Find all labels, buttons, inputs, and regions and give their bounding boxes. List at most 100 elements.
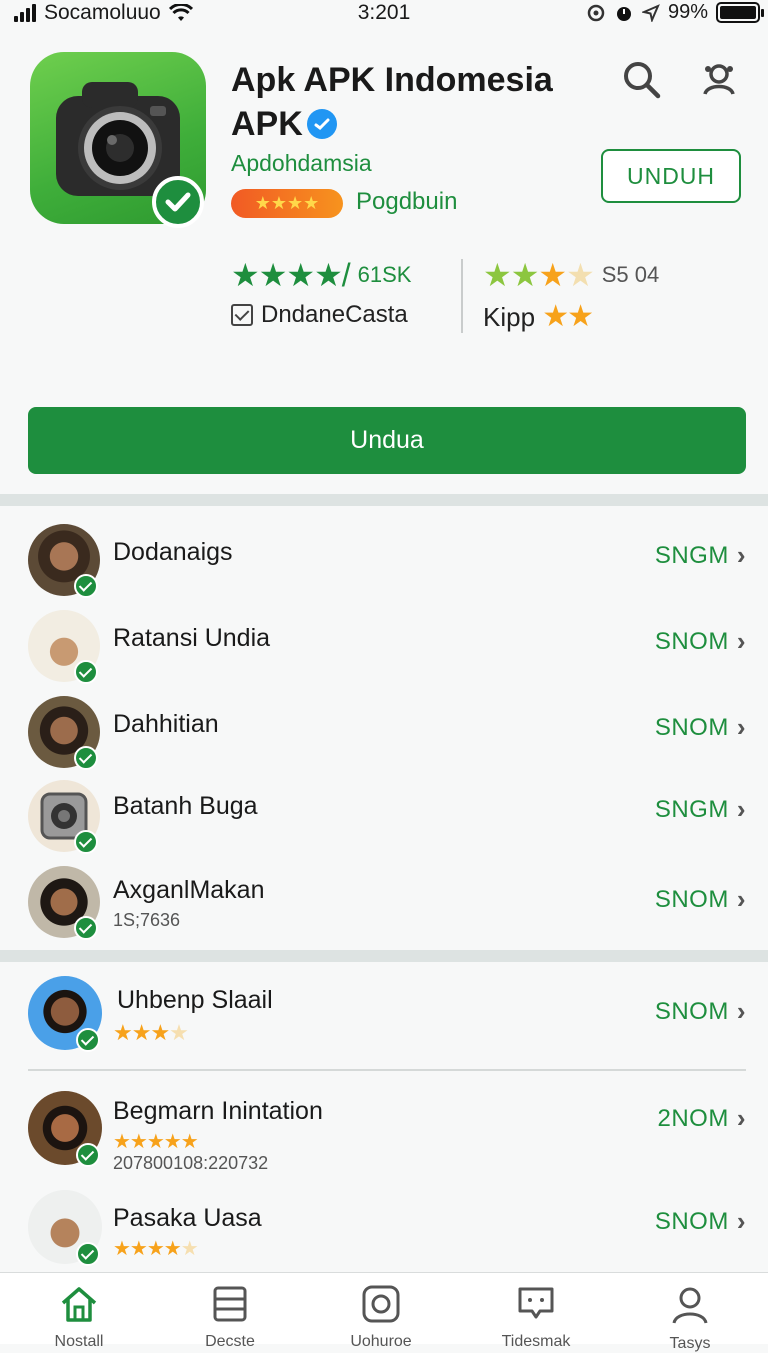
- nav-item-messages[interactable]: Tidesmak: [476, 1285, 596, 1351]
- app-title-line1: Apk APK Indomesia: [231, 61, 553, 99]
- list-item[interactable]: Begmarn Inintation ★★★★★ 207800108:22073…: [0, 1085, 768, 1173]
- list-item[interactable]: Batanh Buga SNGM ›: [0, 772, 768, 858]
- avatar: [28, 866, 100, 940]
- avatar: [28, 610, 100, 684]
- nav-label: Nostall: [54, 1333, 104, 1350]
- rating-pill: ★★★★: [231, 189, 343, 218]
- item-stars: ★★★★★: [113, 1238, 199, 1260]
- book-icon: [213, 1286, 247, 1322]
- check-icon: [74, 916, 98, 940]
- secondary-count: S5 04: [601, 262, 660, 287]
- battery-icon: [716, 2, 764, 23]
- item-action[interactable]: SNOM ›: [655, 712, 746, 743]
- sync-icon: [587, 4, 605, 21]
- item-action[interactable]: SNOM ›: [655, 884, 746, 915]
- check-icon: [74, 746, 98, 770]
- stat-right: ★★★★ S5 04 Kipp ★★: [483, 255, 659, 334]
- item-action[interactable]: SNOM ›: [655, 626, 746, 657]
- stat-left: ★★★★/61SK DndaneCasta: [231, 255, 411, 329]
- status-right: 99%: [586, 1, 764, 24]
- rating-count: 61SK: [357, 262, 412, 287]
- section-divider: [0, 950, 768, 962]
- item-action[interactable]: 2NOM ›: [657, 1103, 746, 1134]
- check-icon: [74, 574, 98, 598]
- item-name: Begmarn Inintation: [113, 1097, 323, 1125]
- list-item[interactable]: Dahhitian SNOM ›: [0, 688, 768, 774]
- chevron-right-icon: ›: [736, 1103, 746, 1133]
- chevron-right-icon: ›: [736, 540, 746, 570]
- item-action[interactable]: SNOM ›: [655, 996, 746, 1027]
- blue-verified-icon: [306, 109, 337, 139]
- nav-label: Uohuroe: [350, 1333, 412, 1350]
- app-title-line2: APK: [231, 105, 303, 143]
- list-item[interactable]: Ratansi Undia SNOM ›: [0, 602, 768, 688]
- main-download-button[interactable]: Undua: [28, 407, 746, 474]
- item-action[interactable]: SNGM ›: [655, 540, 746, 571]
- list-item[interactable]: Dodanaigs SNGM ›: [0, 516, 768, 602]
- check-icon: [76, 1242, 100, 1266]
- nav-label: Tidesmak: [501, 1333, 571, 1350]
- alarm-icon: [616, 6, 631, 21]
- stats-row: ★★★★/61SK DndaneCasta ★★★★ S5 04 Kipp ★★: [231, 255, 751, 335]
- user-icon: [672, 1287, 708, 1324]
- list-item[interactable]: Uhbenp Slaail ★★★★ SNOM ›: [0, 972, 768, 1058]
- account-settings-icon[interactable]: [697, 58, 741, 102]
- check-icon: [74, 660, 98, 684]
- item-name: Ratansi Undia: [113, 624, 271, 652]
- chevron-right-icon: ›: [736, 884, 746, 914]
- checkbox-icon[interactable]: [231, 304, 253, 326]
- nav-item-library[interactable]: Decste: [170, 1285, 290, 1351]
- item-action[interactable]: SNOM ›: [655, 1206, 746, 1237]
- nav-item-home[interactable]: Nostall: [19, 1285, 139, 1351]
- avatar: [28, 1190, 102, 1266]
- home-icon: [61, 1287, 97, 1322]
- list-item[interactable]: Pasaka Uasa ★★★★★ SNOM ›: [0, 1188, 768, 1274]
- avatar: [28, 976, 102, 1052]
- stat-right-label: Kipp: [483, 302, 536, 332]
- nav-label: Decste: [205, 1333, 255, 1350]
- chevron-right-icon: ›: [736, 712, 746, 742]
- chat-icon: [518, 1287, 554, 1319]
- item-action[interactable]: SNGM ›: [655, 794, 746, 825]
- avatar: [28, 1091, 102, 1167]
- chevron-right-icon: ›: [736, 1206, 746, 1236]
- chevron-right-icon: ›: [736, 626, 746, 656]
- item-name: Batanh Buga: [113, 792, 258, 820]
- list-divider: [28, 1069, 746, 1071]
- check-icon: [76, 1143, 100, 1167]
- item-sub: 207800108:220732: [113, 1153, 269, 1173]
- chevron-right-icon: ›: [736, 996, 746, 1026]
- stat-left-label: DndaneCasta: [261, 301, 408, 328]
- avatar: [28, 780, 100, 854]
- developer-link[interactable]: Apdohdamsia: [231, 150, 372, 177]
- item-name: AxganlMakan: [113, 876, 265, 904]
- list-item[interactable]: AxganlMakan 1S;7636 SNOM ›: [0, 860, 768, 946]
- battery-percent: 99%: [667, 1, 708, 23]
- item-sub: 1S;7636: [113, 910, 181, 930]
- secondary-rating-stars: ★★★★: [483, 257, 595, 293]
- section-divider: [0, 494, 768, 506]
- rating-stars: ★★★★/: [231, 257, 351, 293]
- item-name: Dodanaigs: [113, 538, 233, 566]
- check-icon: [76, 1028, 100, 1052]
- item-name: Pasaka Uasa: [113, 1204, 262, 1232]
- nav-item-instagram[interactable]: Uohuroe: [321, 1285, 441, 1351]
- chevron-right-icon: ›: [736, 794, 746, 824]
- instagram-icon: [362, 1285, 400, 1323]
- stat-divider: [461, 259, 463, 333]
- search-icon[interactable]: [620, 58, 664, 102]
- unduh-button[interactable]: UNDUH: [601, 149, 741, 203]
- status-bar: Socamoluuo 3:201 99%: [0, 0, 768, 26]
- verified-check-icon: [152, 176, 204, 228]
- item-name: Dahhitian: [113, 710, 219, 738]
- nav-item-profile[interactable]: Tasys: [630, 1285, 750, 1353]
- location-icon: [641, 3, 660, 22]
- category-link[interactable]: Pogdbuin: [356, 188, 457, 216]
- avatar: [28, 696, 100, 770]
- app-title: Apk APK Indomesia APK: [231, 58, 591, 146]
- check-icon: [74, 830, 98, 854]
- item-stars: ★★★★: [113, 1020, 189, 1045]
- star-pair-icon: ★★: [542, 300, 594, 333]
- avatar: [28, 524, 100, 598]
- item-stars: ★★★★★: [113, 1131, 199, 1153]
